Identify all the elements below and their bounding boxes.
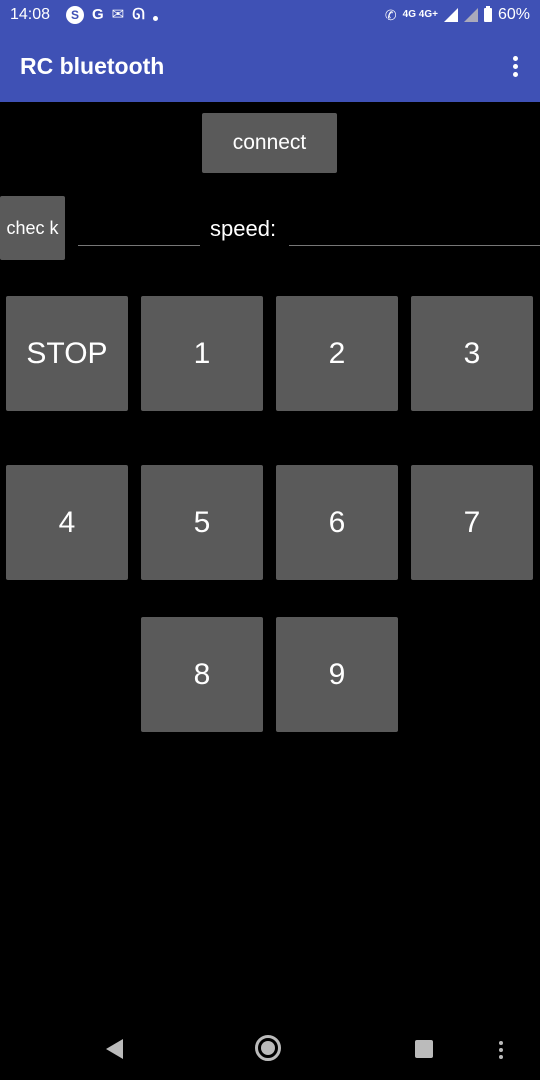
button-8[interactable]: 8: [141, 617, 263, 732]
status-bar: 14:08 S G ✉ ᘏ ✆ 4G 4G+ 60%: [0, 0, 540, 31]
network-label: 4G 4G+: [402, 9, 438, 20]
battery-percent: 60%: [497, 6, 530, 23]
button-9[interactable]: 9: [276, 617, 398, 732]
signal-icon: [463, 8, 478, 22]
connect-button[interactable]: connect: [202, 113, 337, 173]
button-7[interactable]: 7: [411, 465, 533, 580]
app-bar: RC bluetooth: [0, 31, 540, 102]
more-icon[interactable]: [499, 1041, 503, 1062]
google-icon: G: [92, 6, 104, 23]
home-icon[interactable]: [255, 1035, 281, 1061]
system-nav-bar: [0, 1020, 540, 1080]
battery-icon: [483, 6, 492, 22]
signal-icon: [443, 8, 458, 22]
button-3[interactable]: 3: [411, 296, 533, 411]
app-title: RC bluetooth: [20, 53, 165, 79]
skype-icon: S: [66, 6, 84, 24]
notification-dot-icon: [152, 15, 158, 21]
gmail-icon: ✉: [111, 6, 125, 23]
status-icons: S G ✉ ᘏ: [66, 6, 158, 24]
check-button[interactable]: chec k: [0, 196, 65, 260]
speed-label: speed:: [210, 216, 277, 241]
status-time: 14:08: [10, 6, 51, 23]
swirl-icon: ᘏ: [132, 6, 145, 23]
speed-input[interactable]: [289, 210, 540, 246]
app-screen: 14:08 S G ✉ ᘏ ✆ 4G 4G+ 60% RC bluetooth …: [0, 0, 540, 1080]
button-2[interactable]: 2: [276, 296, 398, 411]
stop-button[interactable]: STOP: [6, 296, 128, 411]
button-4[interactable]: 4: [6, 465, 128, 580]
button-1[interactable]: 1: [141, 296, 263, 411]
button-5[interactable]: 5: [141, 465, 263, 580]
recents-icon[interactable]: [415, 1040, 433, 1058]
value-input[interactable]: [78, 210, 200, 246]
button-6[interactable]: 6: [276, 465, 398, 580]
volte-icon: ✆: [384, 6, 397, 23]
status-right: ✆ 4G 4G+ 60%: [385, 6, 530, 24]
back-icon[interactable]: [106, 1039, 123, 1059]
overflow-menu-icon[interactable]: [510, 56, 520, 78]
